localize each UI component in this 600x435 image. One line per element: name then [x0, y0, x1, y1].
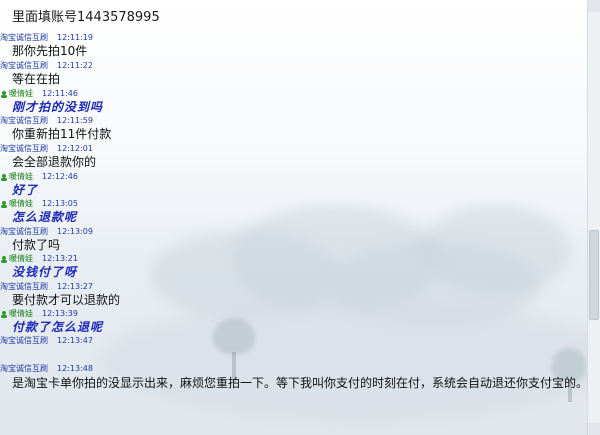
- chat-history-panel: 里面填账号1443578995 淘宝诚信互刷 12:11:19 那你先拍10件 …: [0, 0, 588, 435]
- message-text: 会全部退款你的: [12, 155, 97, 169]
- chat-message: 淘宝诚信互刷 12:12:01 会全部退款你的: [0, 143, 588, 169]
- message-time: 12:13:48: [57, 364, 93, 373]
- message-text: 刚才拍的没到吗: [12, 100, 104, 114]
- message-time: 12:13:21: [42, 254, 78, 263]
- user-status-icon: [1, 173, 7, 181]
- message-text: 没钱付了呀: [12, 265, 78, 279]
- sender-name: 淘宝诚信互刷: [0, 364, 48, 373]
- sender-name: 淘宝诚信互刷: [0, 227, 48, 236]
- message-text: 要付款才可以退款的: [12, 293, 121, 307]
- message-text: 里面填账号1443578995: [12, 10, 160, 25]
- chat-message: 淘宝诚信互刷 12:11:22 等在在拍: [0, 60, 588, 86]
- scroll-up-button[interactable]: [588, 0, 600, 12]
- message-time: 12:13:09: [57, 227, 93, 236]
- chat-message: 淘宝诚信互刷 12:13:48 是淘宝卡单你拍的没显示出来，麻烦您重拍一下。等下…: [0, 363, 588, 392]
- message-time: 12:13:39: [42, 309, 78, 318]
- chat-message: 淘宝诚信互刷 12:13:27 要付款才可以退款的: [0, 281, 588, 307]
- sender-name: 淘宝诚信互刷: [0, 61, 48, 70]
- chat-message: 暖倩娃 12:13:05 怎么退款呢: [0, 198, 588, 224]
- message-text: 是淘宝卡单你拍的没显示出来，麻烦您重拍一下。等下我叫你支付的时刻在付，系统会自动…: [12, 376, 589, 390]
- message-text: 那你先拍10件: [12, 44, 88, 58]
- message-text: 你重新拍11件付款: [12, 127, 112, 141]
- scrollbar-thumb[interactable]: [589, 230, 599, 320]
- vertical-scrollbar[interactable]: [587, 0, 600, 435]
- chat-message: 暖倩娃 12:13:39 付款了怎么退呢: [0, 308, 588, 334]
- sender-name: 淘宝诚信互刷: [0, 33, 48, 42]
- message-time: 12:13:47: [57, 336, 93, 345]
- sender-name: 淘宝诚信互刷: [0, 116, 48, 125]
- sender-name: 淘宝诚信互刷: [0, 144, 48, 153]
- message-text: 付款了吗: [12, 238, 61, 252]
- chat-message: 暖倩娃 12:11:46 刚才拍的没到吗: [0, 88, 588, 114]
- sender-name: 淘宝诚信互刷: [0, 282, 48, 291]
- sender-name: 暖倩娃: [9, 309, 33, 318]
- message-time: 12:11:46: [42, 89, 78, 98]
- chat-message: 暖倩娃 12:12:46 好了: [0, 171, 588, 197]
- user-status-icon: [1, 310, 7, 318]
- message-time: 12:11:59: [57, 116, 93, 125]
- message-time: 12:12:01: [57, 144, 93, 153]
- user-status-icon: [1, 90, 7, 98]
- user-status-icon: [1, 200, 7, 208]
- message-time: 12:13:05: [42, 199, 78, 208]
- chat-message: 淘宝诚信互刷 12:11:59 你重新拍11件付款: [0, 115, 588, 141]
- sender-name: 暖倩娃: [9, 172, 33, 181]
- sender-name: 暖倩娃: [9, 199, 33, 208]
- message-time: 12:13:27: [57, 282, 93, 291]
- chat-message: 淘宝诚信互刷 12:13:47: [0, 335, 588, 347]
- chat-message: 淘宝诚信互刷 12:13:09 付款了吗: [0, 226, 588, 252]
- message-text: 等在在拍: [12, 72, 61, 86]
- sender-name: 淘宝诚信互刷: [0, 336, 48, 345]
- sender-name: 暖倩娃: [9, 89, 33, 98]
- message-time: 12:11:19: [57, 33, 93, 42]
- scroll-down-button[interactable]: [588, 423, 600, 435]
- message-text: 怎么退款呢: [12, 210, 78, 224]
- chat-message: 淘宝诚信互刷 12:11:19 那你先拍10件: [0, 32, 588, 58]
- message-text: 好了: [12, 183, 39, 197]
- sender-name: 暖倩娃: [9, 254, 33, 263]
- message-time: 12:12:46: [42, 172, 78, 181]
- message-text: 付款了怎么退呢: [12, 320, 104, 334]
- message-time: 12:11:22: [57, 61, 93, 70]
- user-status-icon: [1, 255, 7, 263]
- chat-message: 暖倩娃 12:13:21 没钱付了呀: [0, 253, 588, 279]
